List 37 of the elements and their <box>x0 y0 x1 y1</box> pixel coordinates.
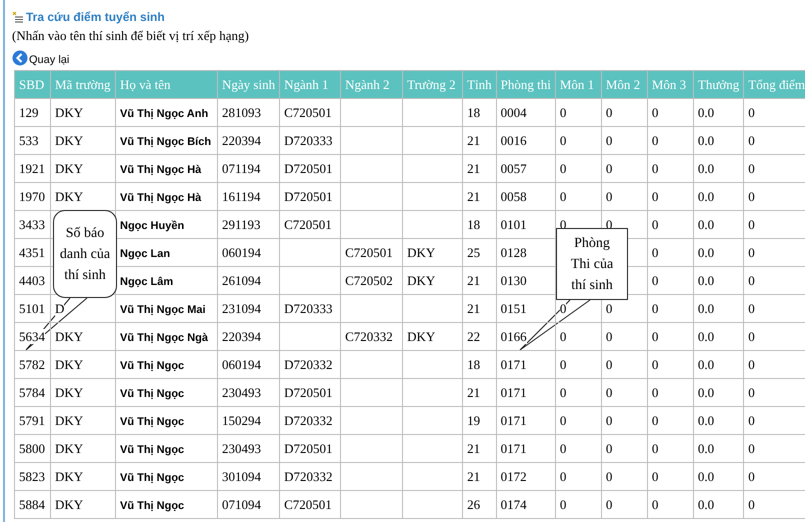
hint-text: (Nhấn vào tên thí sinh để biết vị trí xếp hạng) <box>12 27 250 45</box>
table-cell: Ngọc Lâm <box>120 276 174 288</box>
page-title: Tra cứu điểm tuyển sinh <box>26 9 165 26</box>
column-header: Môn 2 <box>601 70 648 98</box>
column-header: Thưởng <box>693 70 744 98</box>
column-header: Ngành 1 <box>280 70 341 98</box>
callout: Phòng Thi của thí sinh <box>556 228 628 300</box>
column-header: Họ và tên <box>116 70 218 98</box>
column-header: Ngành 2 <box>340 70 403 98</box>
table-cell: Vũ Thị Ngọc <box>120 416 184 428</box>
table-cell: Vũ Thị Ngọc Hà <box>120 192 202 204</box>
table-cell: Vũ Thị Ngọc Hà <box>120 164 202 176</box>
table-cell: Vũ Thị Ngọc <box>120 444 184 456</box>
callout: Số báo danh của thí sinh <box>53 210 117 298</box>
column-header: Môn 3 <box>647 70 694 98</box>
column-header: Tổng điểm <box>744 70 805 98</box>
table-cell: Vũ Thị Ngọc Anh <box>120 108 208 120</box>
table-cell: Vũ Thị Ngọc Mai <box>120 304 206 316</box>
table-cell: Vũ Thị Ngọc Ngà <box>120 332 208 344</box>
table-cell: Vũ Thị Ngọc <box>120 472 184 484</box>
column-header: Ngày sinh <box>218 70 280 98</box>
table-cell: 5634 <box>19 328 45 344</box>
table-cell: Vũ Thị Ngọc <box>120 360 184 372</box>
back-link[interactable]: Quay lại <box>12 46 70 68</box>
table-cell: Ngọc Huyền <box>120 220 184 232</box>
column-header: Môn 1 <box>555 70 602 98</box>
column-header: SBD <box>14 70 50 98</box>
column-header: Tỉnh <box>462 70 496 98</box>
table-cell: Ngọc Lan <box>120 248 170 260</box>
column-header: Phòng thi <box>496 70 556 98</box>
table-cell: Vũ Thị Ngọc <box>120 500 184 512</box>
list-icon <box>12 11 24 23</box>
column-header: Mã trường <box>50 70 116 98</box>
column-header: Trường 2 <box>402 70 463 98</box>
table-cell: 0 <box>560 300 566 316</box>
table-cell: Vũ Thị Ngọc Bích <box>120 136 212 148</box>
table-cell: Vũ Thị Ngọc <box>120 388 184 400</box>
